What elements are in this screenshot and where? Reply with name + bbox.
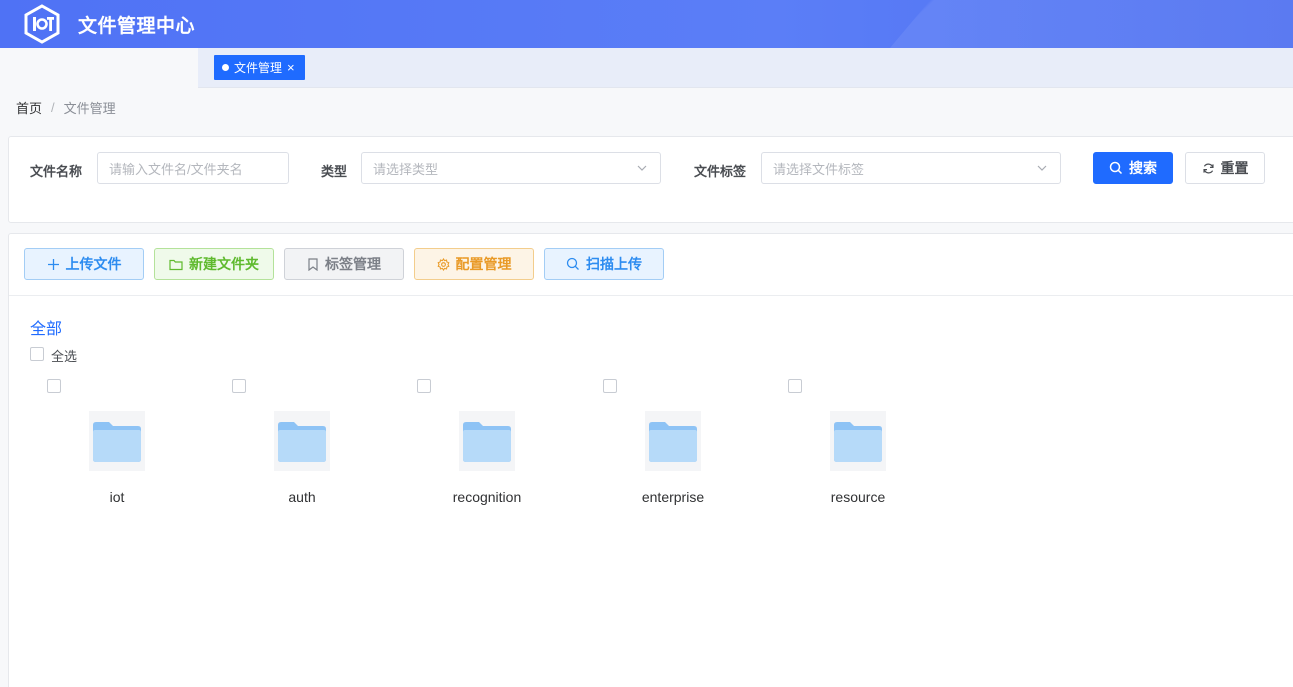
folder-item-enterprise[interactable]: enterprise bbox=[573, 379, 753, 514]
new-folder-label: 新建文件夹 bbox=[189, 256, 259, 272]
folder-icon bbox=[89, 411, 145, 471]
close-icon[interactable]: × bbox=[287, 61, 295, 74]
file-tag-placeholder: 请选择文件标签 bbox=[773, 161, 865, 177]
tag-manage-label: 标签管理 bbox=[325, 256, 381, 272]
iot-logo-icon[interactable] bbox=[22, 4, 62, 44]
upload-file-label: 上传文件 bbox=[65, 256, 122, 272]
type-label: 类型 bbox=[321, 164, 348, 179]
active-dot-icon bbox=[222, 64, 229, 71]
file-tag-label: 文件标签 bbox=[694, 164, 747, 179]
scan-upload-button[interactable]: 扫描上传 bbox=[544, 248, 664, 280]
scan-upload-label: 扫描上传 bbox=[586, 256, 642, 272]
folder-checkbox[interactable] bbox=[788, 379, 802, 393]
select-all-label: 全选 bbox=[51, 349, 78, 364]
search-icon bbox=[566, 257, 579, 270]
breadcrumb: 首页 / 文件管理 bbox=[16, 98, 116, 117]
file-list-panel: 上传文件 新建文件夹 标签管理 配置管理 扫描上传 全部 全选 iot auth bbox=[8, 233, 1293, 687]
search-icon bbox=[1109, 161, 1123, 175]
file-name-placeholder: 请输入文件名/文件夹名 bbox=[109, 161, 243, 177]
breadcrumb-separator: / bbox=[51, 100, 55, 115]
tag-label: 文件管理 bbox=[234, 61, 283, 75]
type-select[interactable]: 请选择类型 bbox=[361, 152, 661, 184]
app-title: 文件管理中心 bbox=[78, 16, 196, 37]
bookmark-icon bbox=[308, 257, 318, 271]
tag-file-management[interactable]: 文件管理 × bbox=[214, 55, 305, 80]
folder-item-iot[interactable]: iot bbox=[17, 379, 197, 514]
chevron-down-icon bbox=[1037, 165, 1047, 171]
config-manage-label: 配置管理 bbox=[455, 256, 512, 272]
breadcrumb-current: 文件管理 bbox=[63, 101, 116, 116]
type-placeholder: 请选择类型 bbox=[373, 161, 439, 177]
folder-icon bbox=[830, 411, 886, 471]
reset-button[interactable]: 重置 bbox=[1185, 152, 1265, 184]
folder-name: recognition bbox=[452, 489, 522, 505]
folder-name: resource bbox=[830, 489, 886, 505]
folder-checkbox[interactable] bbox=[232, 379, 246, 393]
gear-icon bbox=[437, 257, 449, 271]
select-all-checkbox[interactable] bbox=[30, 347, 44, 361]
tag-manage-button[interactable]: 标签管理 bbox=[284, 248, 404, 280]
folder-name: iot bbox=[109, 489, 125, 505]
reset-button-label: 重置 bbox=[1220, 160, 1249, 176]
plus-icon bbox=[47, 258, 59, 270]
folder-icon bbox=[645, 411, 701, 471]
config-manage-button[interactable]: 配置管理 bbox=[414, 248, 534, 280]
file-name-label: 文件名称 bbox=[30, 164, 83, 179]
breadcrumb-home[interactable]: 首页 bbox=[16, 98, 42, 117]
folder-path-root[interactable]: 全部 bbox=[30, 315, 62, 339]
refresh-icon bbox=[1202, 163, 1214, 173]
folder-checkbox[interactable] bbox=[417, 379, 431, 393]
search-button-label: 搜索 bbox=[1129, 160, 1157, 176]
new-folder-button[interactable]: 新建文件夹 bbox=[154, 248, 274, 280]
folder-icon bbox=[459, 411, 515, 471]
folder-name: auth bbox=[288, 489, 316, 505]
search-button[interactable]: 搜索 bbox=[1093, 152, 1173, 184]
search-form: 文件名称 请输入文件名/文件夹名 类型 请选择类型 文件标签 请选择文件标签 搜… bbox=[8, 136, 1293, 223]
upload-file-button[interactable]: 上传文件 bbox=[24, 248, 144, 280]
folder-name: enterprise bbox=[641, 489, 705, 505]
file-name-input[interactable]: 请输入文件名/文件夹名 bbox=[97, 152, 289, 184]
app-header: 文件管理中心 bbox=[0, 0, 1293, 48]
file-tag-select[interactable]: 请选择文件标签 bbox=[761, 152, 1061, 184]
tags-view-bar: 文件管理 × bbox=[198, 48, 1293, 88]
folder-checkbox[interactable] bbox=[603, 379, 617, 393]
folder-item-recognition[interactable]: recognition bbox=[387, 379, 567, 514]
folder-icon bbox=[274, 411, 330, 471]
chevron-down-icon bbox=[637, 165, 647, 171]
folder-item-auth[interactable]: auth bbox=[202, 379, 382, 514]
folder-item-resource[interactable]: resource bbox=[758, 379, 938, 514]
toolbar-divider bbox=[9, 295, 1293, 296]
folder-icon bbox=[169, 259, 183, 270]
folder-checkbox[interactable] bbox=[47, 379, 61, 393]
